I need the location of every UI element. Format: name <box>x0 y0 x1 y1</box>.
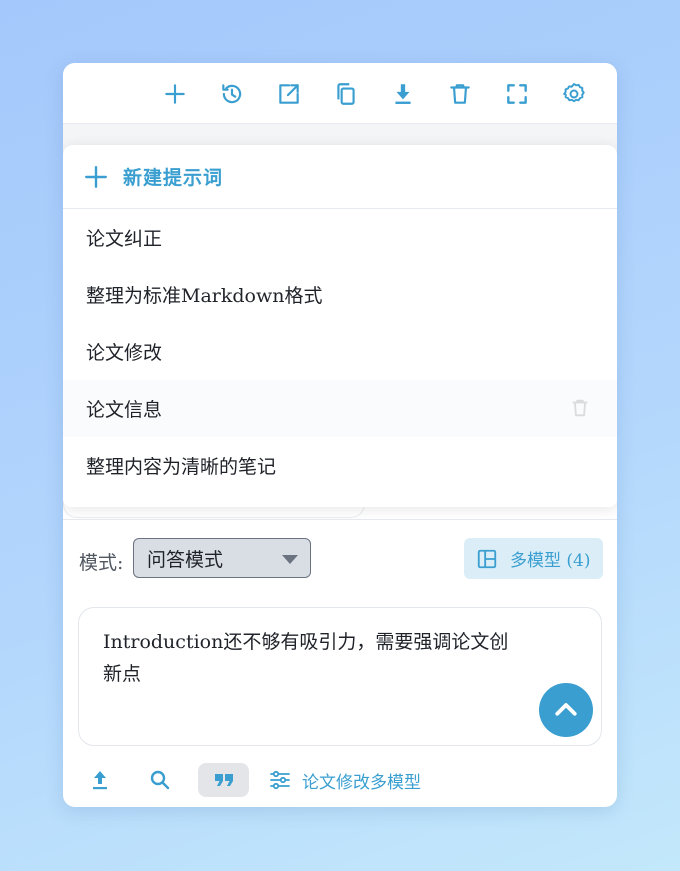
mode-label: 模式: <box>79 552 124 574</box>
multi-model-label: 多模型 (4) <box>510 551 591 571</box>
chat-panel: 新建提示词 论文纠正 整理为标准Markdown格式 论文修改 论文信息 整理内… <box>63 63 617 807</box>
plus-icon <box>165 84 185 104</box>
fullscreen-icon <box>507 84 527 104</box>
chevron-up-icon <box>555 703 577 716</box>
prompt-item[interactable]: 整理为标准Markdown格式 <box>63 266 617 323</box>
copy-icon <box>337 83 355 105</box>
upload-button[interactable] <box>85 763 115 797</box>
quote-button[interactable] <box>198 763 249 797</box>
search-icon <box>150 770 170 790</box>
history-icon <box>222 84 242 104</box>
message-input[interactable]: Introduction还不够有吸引力，需要强调论文创新点 <box>103 626 523 690</box>
preset-button[interactable]: 论文修改多模型 <box>268 763 421 797</box>
chevron-down-icon <box>282 555 298 564</box>
search-button[interactable] <box>145 763 175 797</box>
fullscreen-button[interactable] <box>502 79 532 109</box>
download-icon <box>395 84 411 104</box>
quote-icon <box>214 774 233 786</box>
upload-icon <box>93 771 107 790</box>
trash-icon[interactable] <box>569 396 591 420</box>
prompt-item[interactable]: 整理内容为清晰的笔记 <box>63 437 617 494</box>
prompt-list: 论文纠正 整理为标准Markdown格式 论文修改 论文信息 整理内容为清晰的笔… <box>63 209 617 494</box>
multi-model-button[interactable]: 多模型 (4) <box>464 538 603 579</box>
prompt-menu: 新建提示词 论文纠正 整理为标准Markdown格式 论文修改 论文信息 整理内… <box>63 145 617 507</box>
divider <box>63 519 617 520</box>
history-button[interactable] <box>217 79 247 109</box>
preset-label: 论文修改多模型 <box>302 772 421 793</box>
new-chat-button[interactable] <box>160 79 190 109</box>
open-external-icon <box>279 84 299 104</box>
new-prompt-button[interactable]: 新建提示词 <box>63 145 617 209</box>
prompt-item-label: 论文修改 <box>86 342 163 364</box>
toolbar <box>63 63 617 124</box>
delete-icon <box>450 84 470 104</box>
prompt-item-label: 整理内容为清晰的笔记 <box>86 456 277 478</box>
prompt-item[interactable]: 论文修改 <box>63 323 617 380</box>
delete-button[interactable] <box>445 79 475 109</box>
plus-icon <box>85 165 107 188</box>
prompt-item-label: 论文纠正 <box>86 228 163 250</box>
prompt-item[interactable]: 论文纠正 <box>63 209 617 266</box>
settings-icon <box>563 83 585 103</box>
prompt-item-label: 整理为标准Markdown格式 <box>86 285 323 307</box>
layout-panels-icon <box>477 549 497 568</box>
message-input-box[interactable]: Introduction还不够有吸引力，需要强调论文创新点 <box>78 607 602 746</box>
new-prompt-label: 新建提示词 <box>123 167 224 189</box>
prompt-item-label: 论文信息 <box>86 399 163 421</box>
mode-value: 问答模式 <box>147 548 224 571</box>
copy-button[interactable] <box>331 79 361 109</box>
sliders-icon <box>270 770 290 790</box>
open-external-button[interactable] <box>274 79 304 109</box>
send-button[interactable] <box>539 683 593 737</box>
prompt-item[interactable]: 论文信息 <box>63 380 617 437</box>
mode-select[interactable]: 问答模式 <box>133 538 311 578</box>
settings-button[interactable] <box>559 79 589 109</box>
download-button[interactable] <box>388 79 418 109</box>
